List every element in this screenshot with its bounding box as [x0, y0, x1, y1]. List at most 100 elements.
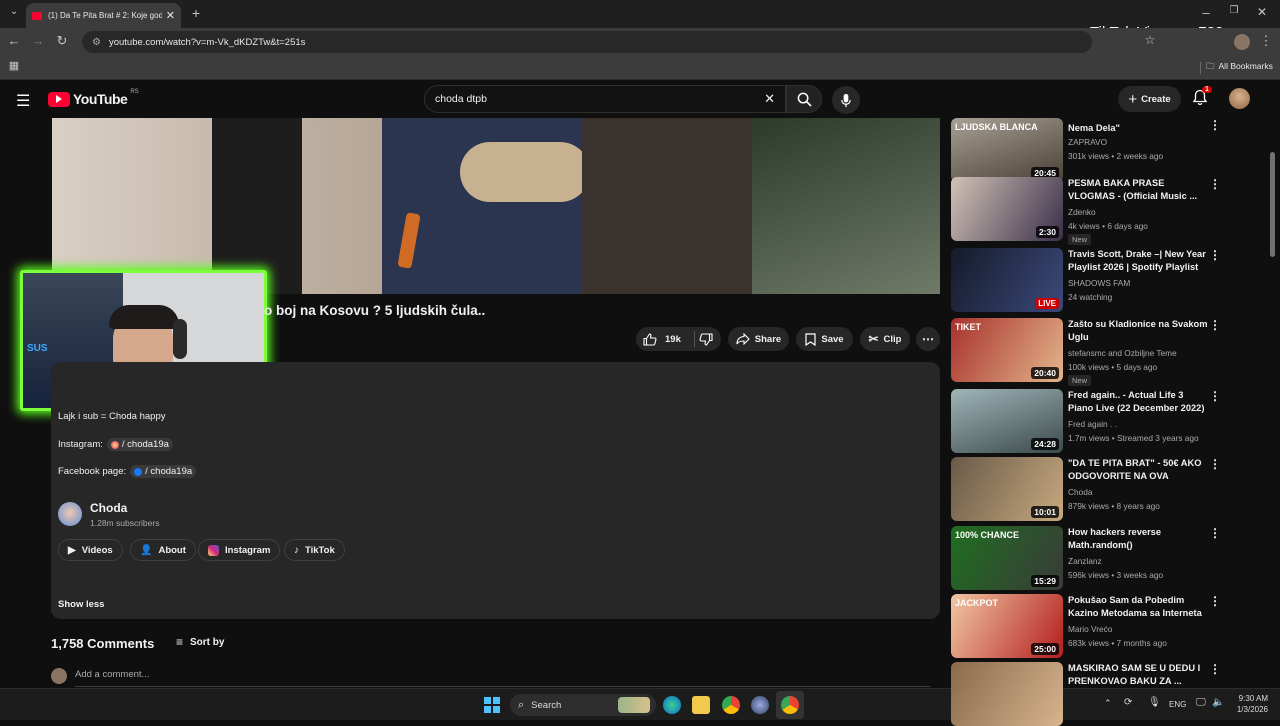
- dislike-button[interactable]: [699, 333, 713, 346]
- show-less-button[interactable]: Show less: [58, 599, 104, 610]
- more-options-icon[interactable]: ⋮: [1209, 177, 1221, 191]
- search-input[interactable]: choda dtpb ✕: [424, 85, 786, 113]
- more-options-icon[interactable]: ⋮: [1209, 662, 1221, 676]
- video-player[interactable]: [52, 118, 940, 294]
- video-thumbnail[interactable]: 10:01: [951, 457, 1063, 521]
- recommendation-item[interactable]: JACKPOT 25:00 Pokušao Sam da Pobedim Kazin…: [951, 594, 1221, 658]
- window-close-icon[interactable]: ✕: [1252, 5, 1272, 19]
- chip-videos[interactable]: ▶ Videos: [58, 539, 123, 561]
- video-description[interactable]: Lajk i sub = Choda happy Instagram: / ch…: [51, 362, 940, 619]
- recommendation-item[interactable]: TIKET 20:40 Zašto su Kladionice na Svakom …: [951, 318, 1221, 386]
- recommendation-item[interactable]: 2:30 PESMA BAKA PRASE VLOGMAS - (Official…: [951, 177, 1221, 245]
- chrome-icon[interactable]: [722, 696, 740, 714]
- comment-input[interactable]: Add a comment...: [75, 669, 930, 687]
- recommendation-channel[interactable]: ZAPRAVO: [1068, 137, 1107, 147]
- file-explorer-icon[interactable]: [692, 696, 710, 714]
- clip-button[interactable]: ✂ Clip: [860, 327, 910, 351]
- recommendation-title[interactable]: PESMA BAKA PRASE VLOGMAS - (Official Mus…: [1068, 177, 1208, 203]
- edge-icon[interactable]: [663, 696, 681, 714]
- recommendation-item[interactable]: 24:28 Fred again.. - Actual Life 3 Piano …: [951, 389, 1221, 453]
- video-thumbnail[interactable]: JACKPOT 25:00: [951, 594, 1063, 658]
- recommendation-channel[interactable]: Zanzlanz: [1068, 556, 1102, 566]
- channel-avatar[interactable]: [58, 502, 82, 526]
- back-icon[interactable]: ←: [4, 33, 24, 48]
- video-thumbnail[interactable]: LJUDSKA BLANCA 20:45: [951, 118, 1063, 182]
- voice-search-button[interactable]: [832, 86, 860, 114]
- search-button[interactable]: [786, 85, 822, 113]
- chip-about[interactable]: 👤 About: [130, 539, 196, 561]
- tab-close-icon[interactable]: ✕: [166, 9, 175, 22]
- recommendation-title[interactable]: Fred again.. - Actual Life 3 Piano Live …: [1068, 389, 1208, 415]
- more-options-icon[interactable]: ⋮: [1209, 457, 1221, 471]
- recommendation-title[interactable]: Zašto su Kladionice na Svakom Uglu: [1068, 318, 1208, 344]
- address-bar[interactable]: ⚙ youtube.com/watch?v=m-Vk_dKDZTw&t=251s: [82, 31, 1092, 53]
- youtube-logo[interactable]: YouTube RS: [48, 89, 139, 107]
- save-button[interactable]: Save: [796, 327, 853, 351]
- video-thumbnail[interactable]: 24:28: [951, 389, 1063, 453]
- facebook-link[interactable]: / choda19a: [130, 465, 197, 478]
- recommendation-channel[interactable]: SHADOWS FAM: [1068, 278, 1130, 288]
- recommendation-title[interactable]: Pokušao Sam da Pobedim Kazino Metodama s…: [1068, 594, 1208, 620]
- recommendation-channel[interactable]: Zdenko: [1068, 207, 1096, 217]
- instagram-link[interactable]: / choda19a: [106, 438, 173, 451]
- maximize-icon[interactable]: ❐: [1224, 5, 1244, 16]
- more-options-icon[interactable]: ⋮: [1209, 594, 1221, 608]
- user-avatar: [51, 668, 67, 684]
- browser-menu-icon[interactable]: ⋮: [1256, 33, 1276, 49]
- sort-by-button[interactable]: ≡ Sort by: [176, 635, 224, 649]
- more-options-icon[interactable]: ⋮: [1209, 389, 1221, 403]
- tab-search-icon[interactable]: ⌄: [4, 6, 24, 17]
- chip-instagram[interactable]: Instagram: [198, 539, 281, 561]
- recommendation-item[interactable]: LIVE Travis Scott, Drake –| New Year Play…: [951, 248, 1221, 312]
- recommendation-title[interactable]: How hackers reverse Math.random(): [1068, 526, 1208, 552]
- account-avatar[interactable]: [1229, 88, 1250, 109]
- more-options-icon[interactable]: ⋮: [1209, 118, 1221, 132]
- apps-grid-icon[interactable]: ▦: [4, 59, 24, 72]
- notifications-button[interactable]: 1: [1192, 86, 1212, 110]
- profile-avatar[interactable]: [1234, 34, 1250, 50]
- share-button[interactable]: Share: [728, 327, 789, 351]
- video-thumbnail[interactable]: 100% CHANCE 15:29: [951, 526, 1063, 590]
- more-options-icon[interactable]: ⋮: [1209, 248, 1221, 262]
- video-thumbnail[interactable]: TIKET 20:40: [951, 318, 1063, 382]
- taskbar-search[interactable]: ⌕ Search: [510, 694, 656, 716]
- clear-search-icon[interactable]: ✕: [764, 91, 775, 107]
- browser-tab[interactable]: (1) Da Te Pita Brat # 2: Koje god... ✕: [26, 3, 181, 28]
- recommendation-item[interactable]: LJUDSKA BLANCA 20:45 Nema Dela" ZAPRAVO 301k…: [951, 118, 1221, 182]
- recommendation-title[interactable]: Travis Scott, Drake –| New Year Playlist…: [1068, 248, 1208, 275]
- recommendation-channel[interactable]: Mario Vrećo: [1068, 624, 1112, 634]
- like-button[interactable]: 19k: [643, 332, 681, 346]
- create-button[interactable]: + Create: [1118, 86, 1181, 112]
- video-thumbnail[interactable]: LIVE: [951, 248, 1063, 312]
- more-options-icon[interactable]: ⋮: [1209, 318, 1221, 332]
- bookmark-star-icon[interactable]: ☆: [1140, 33, 1160, 47]
- more-options-icon[interactable]: ⋮: [1209, 526, 1221, 540]
- recommendation-channel[interactable]: Choda: [1068, 487, 1092, 497]
- minimize-icon[interactable]: –: [1196, 5, 1216, 20]
- recommendation-channel[interactable]: Fred again . .: [1068, 419, 1117, 429]
- clock[interactable]: 9:30 AM 1/3/2026: [1230, 693, 1268, 715]
- recommendation-title[interactable]: MASKIRAO SAM SE U DEDU I PRENKOVAO BAKU …: [1068, 662, 1208, 688]
- recommendation-title[interactable]: "DA TE PITA BRAT" - 50€ AKO ODGOVORITE N…: [1068, 457, 1208, 484]
- site-info-icon[interactable]: ⚙: [92, 37, 101, 48]
- reload-icon[interactable]: ↻: [52, 33, 72, 49]
- recommendation-item[interactable]: 10:01 "DA TE PITA BRAT" - 50€ AKO ODGOVOR…: [951, 457, 1221, 521]
- windows-start-icon[interactable]: [484, 697, 500, 713]
- video-thumbnail[interactable]: 2:30: [951, 177, 1063, 241]
- more-actions-button[interactable]: ⋯: [916, 327, 940, 351]
- all-bookmarks[interactable]: 🗀 All Bookmarks: [1206, 61, 1273, 75]
- chrome-active-icon[interactable]: [781, 696, 799, 714]
- recommendation-title[interactable]: Nema Dela": [1068, 122, 1208, 135]
- chip-tiktok[interactable]: ♪ TikTok: [284, 539, 345, 561]
- video-thumbnail[interactable]: [951, 662, 1063, 726]
- forward-icon[interactable]: →: [28, 33, 48, 48]
- app-icon[interactable]: [751, 696, 769, 714]
- scrollbar-thumb[interactable]: [1270, 152, 1275, 257]
- recommendation-item[interactable]: 100% CHANCE 15:29 How hackers reverse Math…: [951, 526, 1221, 590]
- hamburger-menu-icon[interactable]: ☰: [16, 91, 30, 111]
- channel-name[interactable]: Choda: [90, 501, 127, 515]
- video-title: o boj na Kosovu ? 5 ljudskih čula..: [264, 303, 486, 318]
- new-tab-icon[interactable]: +: [186, 5, 206, 21]
- recommendation-channel[interactable]: stefansmc and Ozbiljne Teme: [1068, 348, 1177, 358]
- recommendation-item[interactable]: MASKIRAO SAM SE U DEDU I PRENKOVAO BAKU …: [951, 662, 1221, 726]
